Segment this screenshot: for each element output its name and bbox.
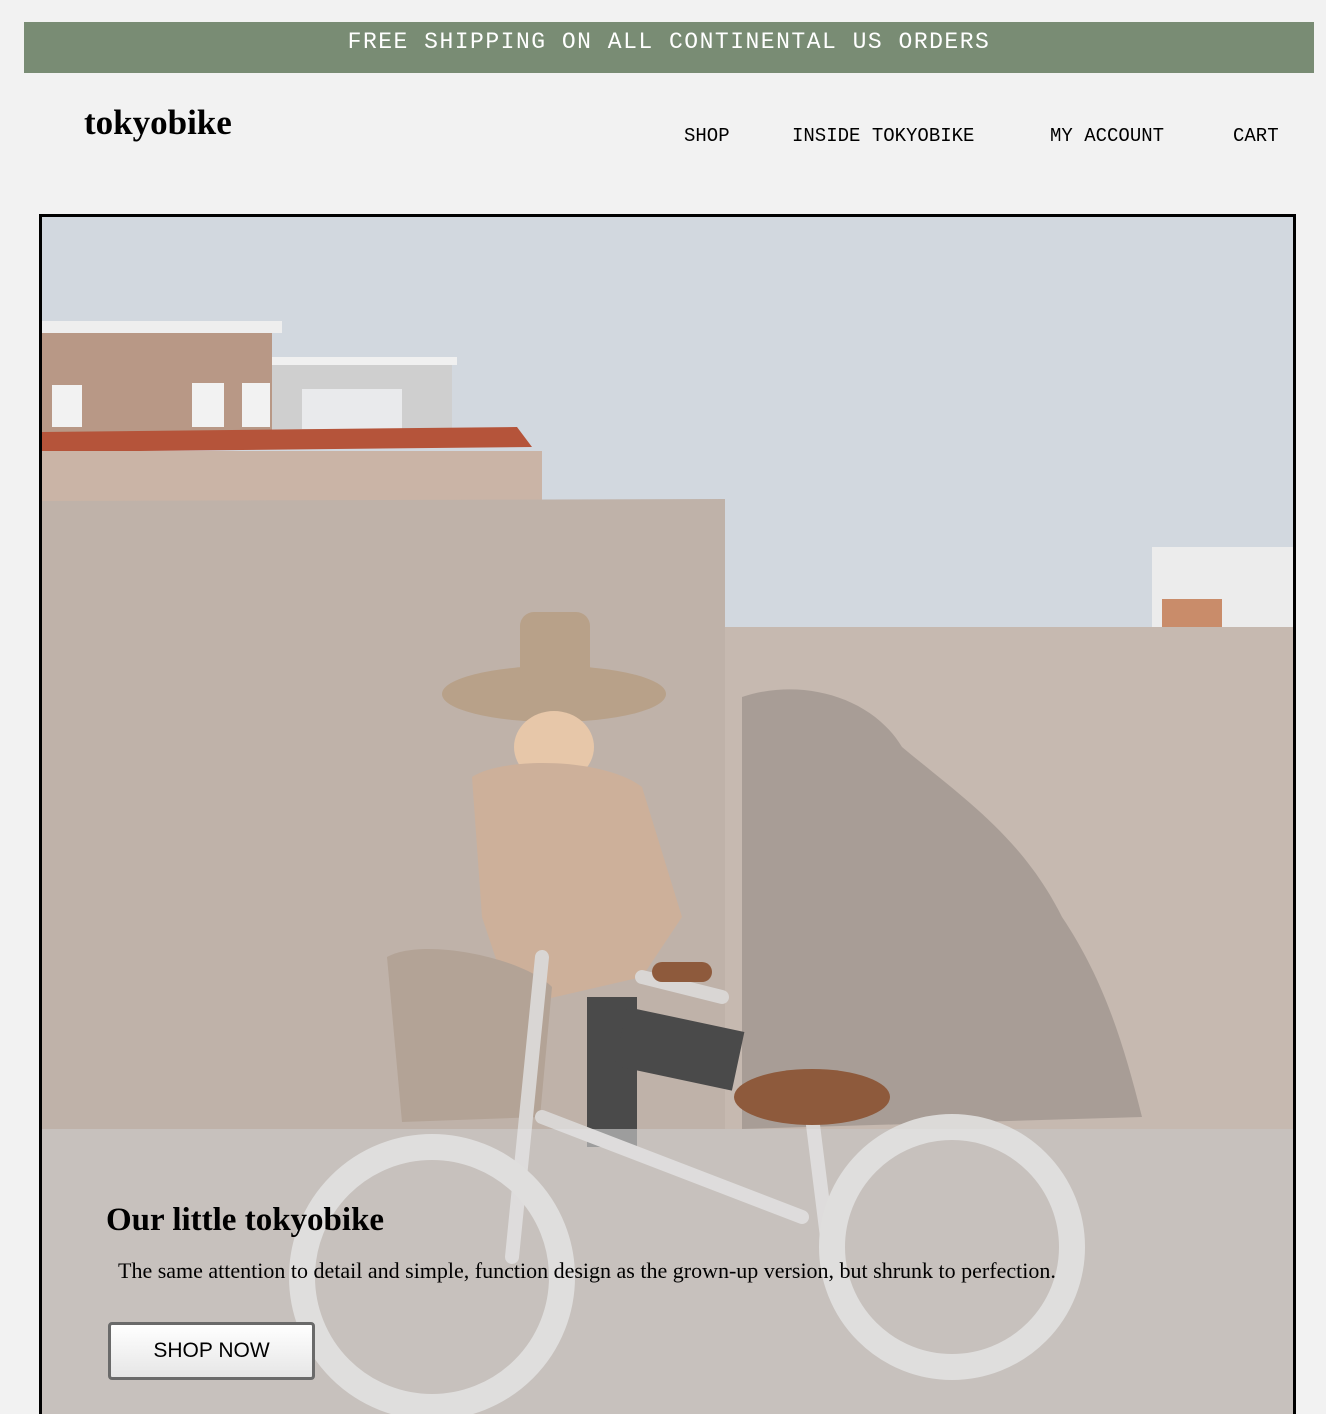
announcement-bar: FREE SHIPPING ON ALL CONTINENTAL US ORDE… <box>24 22 1314 73</box>
hero-description: The same attention to detail and simple,… <box>118 1258 1056 1283</box>
hero-banner: Our little tokyobike The same attention … <box>39 214 1296 1414</box>
nav-item-cart[interactable]: CART <box>1233 122 1279 150</box>
announcement-text: FREE SHIPPING ON ALL CONTINENTAL US ORDE… <box>347 29 991 55</box>
hero-title: Our little tokyobike <box>106 1202 385 1238</box>
nav-item-inside-tokyobike[interactable]: INSIDE TOKYOBIKE <box>792 122 974 150</box>
nav-item-shop[interactable]: SHOP <box>684 122 730 150</box>
shop-now-button[interactable]: SHOP NOW <box>108 1322 315 1380</box>
nav-item-my-account[interactable]: MY ACCOUNT <box>1050 122 1164 150</box>
site-logo[interactable]: tokyobike <box>84 100 232 146</box>
